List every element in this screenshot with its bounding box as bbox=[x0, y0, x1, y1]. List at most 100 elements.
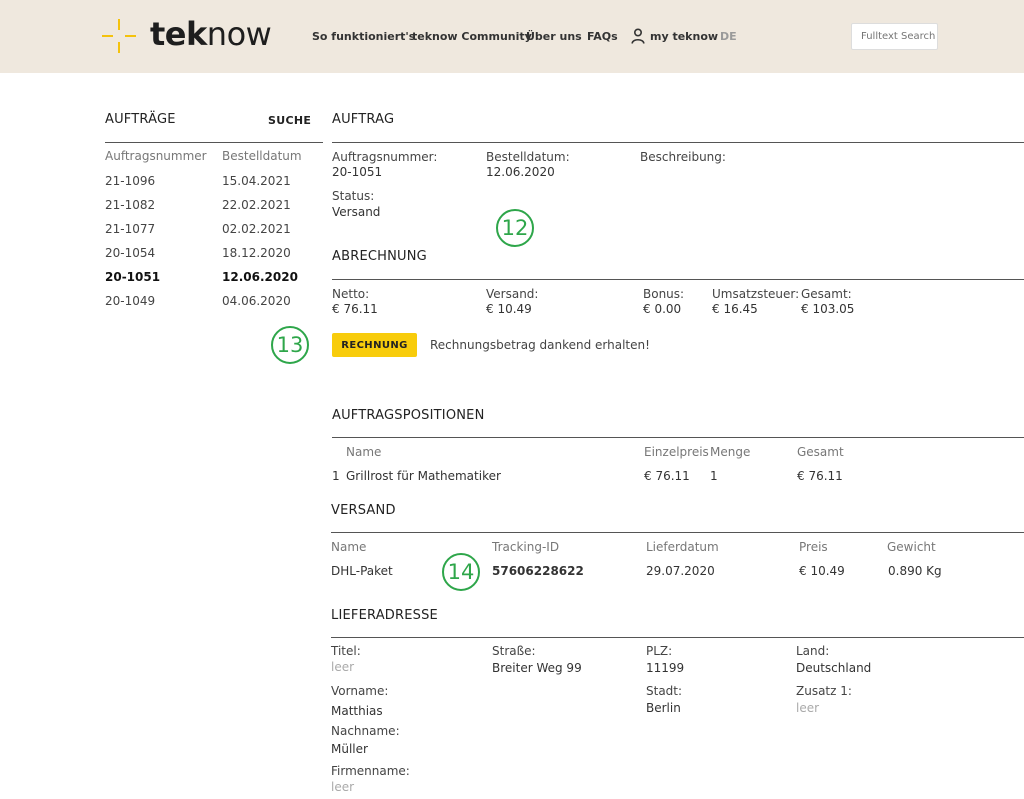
address-extra-value: leer bbox=[796, 701, 820, 715]
address-city-value: Berlin bbox=[646, 701, 681, 715]
bonus-label: Bonus: bbox=[643, 287, 685, 301]
shipping-col-name: Name bbox=[331, 540, 367, 554]
vat-label: Umsatzsteuer: bbox=[712, 287, 800, 301]
delivery-date-value: 29.07.2020 bbox=[646, 564, 715, 578]
address-company-value: leer bbox=[331, 780, 355, 794]
fulltext-search-input[interactable] bbox=[851, 23, 938, 50]
address-company-label: Firmenname: bbox=[331, 764, 410, 778]
order-list-row[interactable]: 20-1051 12.06.2020 bbox=[105, 268, 320, 286]
address-firstname-label: Vorname: bbox=[331, 684, 389, 698]
vat-value: € 16.45 bbox=[712, 302, 758, 316]
position-total: € 76.11 bbox=[797, 469, 843, 483]
orders-search-link[interactable]: SUCHE bbox=[268, 114, 311, 128]
orders-divider bbox=[105, 142, 323, 143]
language-switch[interactable]: DE bbox=[720, 30, 737, 44]
user-icon[interactable] bbox=[631, 28, 645, 44]
positions-section-title: AUFTRAGSPOSITIONEN bbox=[332, 408, 485, 423]
col-header-order-number: Auftragsnummer bbox=[105, 149, 207, 163]
order-date: 15.04.2021 bbox=[222, 174, 291, 188]
shipping-col-tracking: Tracking-ID bbox=[492, 540, 560, 554]
address-street-value: Breiter Weg 99 bbox=[492, 661, 582, 675]
position-quantity: 1 bbox=[710, 469, 718, 483]
order-description-label: Beschreibung: bbox=[640, 150, 726, 164]
nav-about-us[interactable]: Über uns bbox=[526, 30, 582, 44]
shipping-section-title: VERSAND bbox=[331, 503, 396, 518]
shipping-col-price: Preis bbox=[799, 540, 828, 554]
nav-my-teknow[interactable]: my teknow bbox=[650, 30, 718, 44]
plus-sparkle-logo-icon[interactable] bbox=[102, 19, 136, 53]
position-unit-price: € 76.11 bbox=[644, 469, 690, 483]
order-number-label: Auftragsnummer: bbox=[332, 150, 438, 164]
shipping-col-delivery-date: Lieferdatum bbox=[646, 540, 719, 554]
positions-col-quantity: Menge bbox=[710, 445, 751, 459]
shipping-cost-label: Versand: bbox=[486, 287, 539, 301]
order-number-value: 20-1051 bbox=[332, 165, 383, 179]
top-header: teknow So funktioniert's teknow Communit… bbox=[0, 0, 1024, 73]
order-number: 21-1096 bbox=[105, 174, 156, 188]
order-date: 22.02.2021 bbox=[222, 198, 291, 212]
positions-col-total: Gesamt bbox=[797, 445, 844, 459]
address-title-value: leer bbox=[331, 660, 355, 674]
shipping-method-name: DHL-Paket bbox=[331, 564, 393, 578]
address-country-label: Land: bbox=[796, 644, 830, 658]
order-date-label: Bestelldatum: bbox=[486, 150, 570, 164]
address-country-value: Deutschland bbox=[796, 661, 872, 675]
address-city-label: Stadt: bbox=[646, 684, 683, 698]
annotation-marker-13: 13 bbox=[271, 326, 309, 364]
billing-divider bbox=[332, 279, 1024, 280]
address-extra-label: Zusatz 1: bbox=[796, 684, 852, 698]
address-lastname-value: Müller bbox=[331, 742, 368, 756]
order-number: 20-1049 bbox=[105, 294, 156, 308]
order-date: 04.06.2020 bbox=[222, 294, 291, 308]
logo-wordmark[interactable]: teknow bbox=[150, 14, 272, 54]
order-date: 18.12.2020 bbox=[222, 246, 291, 260]
bonus-value: € 0.00 bbox=[643, 302, 682, 316]
order-status-label: Status: bbox=[332, 189, 375, 203]
positions-col-name: Name bbox=[346, 445, 382, 459]
address-firstname-value: Matthias bbox=[331, 704, 383, 718]
orders-title: AUFTRÄGE bbox=[105, 112, 176, 127]
order-number: 21-1082 bbox=[105, 198, 156, 212]
delivery-address-divider bbox=[331, 637, 1024, 638]
tracking-id-link[interactable]: 57606228622 bbox=[492, 564, 584, 579]
nav-faqs[interactable]: FAQs bbox=[587, 30, 618, 44]
shipping-price-value: € 10.49 bbox=[799, 564, 845, 578]
order-date: 12.06.2020 bbox=[222, 270, 298, 284]
total-value: € 103.05 bbox=[801, 302, 855, 316]
order-date-value: 12.06.2020 bbox=[486, 165, 555, 179]
invoice-button[interactable]: RECHNUNG bbox=[332, 333, 417, 357]
order-list-row[interactable]: 20-1054 18.12.2020 bbox=[105, 244, 320, 262]
payment-status-message: Rechnungsbetrag dankend erhalten! bbox=[430, 338, 650, 352]
positions-divider bbox=[332, 437, 1024, 438]
address-zip-value: 11199 bbox=[646, 661, 685, 675]
position-name: Grillrost für Mathematiker bbox=[346, 469, 501, 483]
net-label: Netto: bbox=[332, 287, 370, 301]
order-list-row[interactable]: 21-1077 02.02.2021 bbox=[105, 220, 320, 238]
position-index: 1 bbox=[332, 469, 340, 483]
order-section-title: AUFTRAG bbox=[332, 112, 395, 127]
shipping-cost-value: € 10.49 bbox=[486, 302, 532, 316]
annotation-marker-14: 14 bbox=[442, 553, 480, 591]
annotation-marker-12: 12 bbox=[496, 209, 534, 247]
address-lastname-label: Nachname: bbox=[331, 724, 400, 738]
order-status-value: Versand bbox=[332, 205, 381, 219]
shipping-divider bbox=[331, 532, 1024, 533]
total-label: Gesamt: bbox=[801, 287, 852, 301]
order-list-row[interactable]: 20-1049 04.06.2020 bbox=[105, 292, 320, 310]
positions-col-unit-price: Einzelpreis bbox=[644, 445, 709, 459]
nav-how-it-works[interactable]: So funktioniert's bbox=[312, 30, 415, 44]
order-list-row[interactable]: 21-1082 22.02.2021 bbox=[105, 196, 320, 214]
address-street-label: Straße: bbox=[492, 644, 536, 658]
order-list-row[interactable]: 21-1096 15.04.2021 bbox=[105, 172, 320, 190]
order-number: 20-1054 bbox=[105, 246, 156, 260]
address-title-label: Titel: bbox=[331, 644, 361, 658]
address-zip-label: PLZ: bbox=[646, 644, 673, 658]
order-date: 02.02.2021 bbox=[222, 222, 291, 236]
order-number: 20-1051 bbox=[105, 270, 161, 284]
shipping-col-weight: Gewicht bbox=[887, 540, 936, 554]
nav-community[interactable]: teknow Community bbox=[412, 30, 532, 44]
shipping-weight-value: 0.890 Kg bbox=[888, 564, 942, 578]
col-header-order-date: Bestelldatum bbox=[222, 149, 302, 163]
order-divider bbox=[332, 142, 1024, 143]
delivery-address-section-title: LIEFERADRESSE bbox=[331, 608, 438, 623]
